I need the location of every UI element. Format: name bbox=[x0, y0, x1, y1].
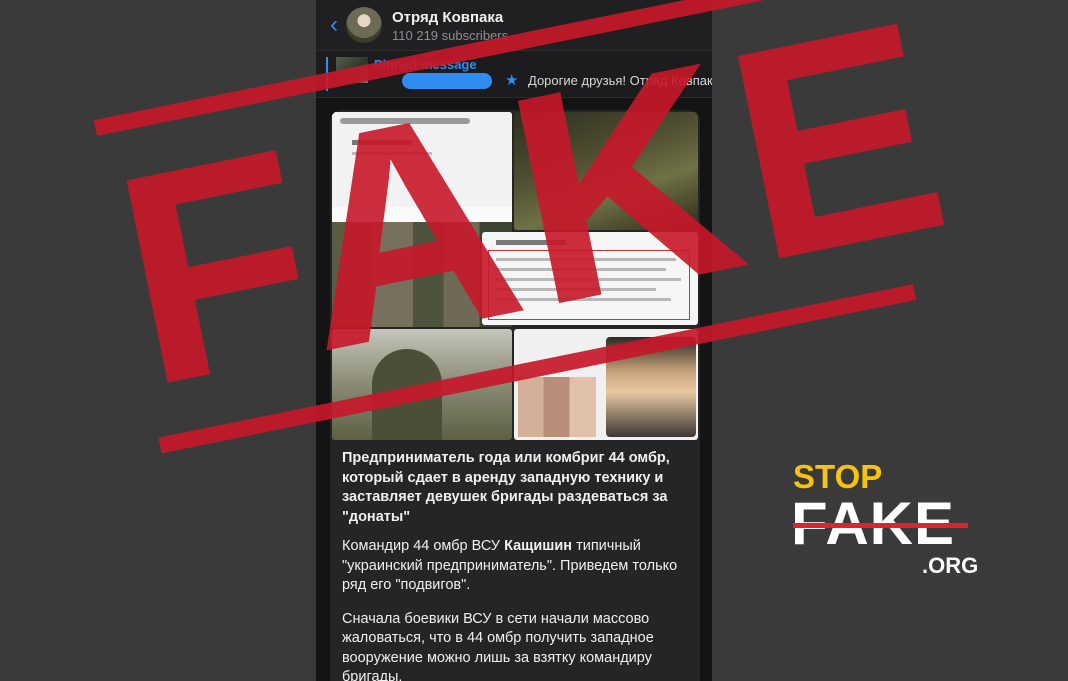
channel-header: ‹ Отряд Ковпака 110 219 subscribers bbox=[316, 0, 712, 51]
bold-name: Кащишин bbox=[504, 538, 573, 554]
message-title: Предприниматель года или комбриг 44 омбр… bbox=[342, 450, 670, 525]
post-header-area bbox=[332, 112, 512, 207]
paragraph-text: Командир 44 омбр ВСУ bbox=[342, 538, 505, 554]
logo-strike bbox=[793, 523, 968, 528]
pinned-highlight bbox=[402, 73, 492, 89]
post-title-placeholder bbox=[340, 118, 470, 124]
message-bubble[interactable]: Предприниматель года или комбриг 44 омбр… bbox=[330, 110, 700, 681]
message-text: Предприниматель года или комбриг 44 омбр… bbox=[342, 449, 692, 681]
pinned-message-bar[interactable]: Pinned message ★ Дорогие друзья! Отряд К… bbox=[316, 51, 712, 98]
pinned-indicator bbox=[326, 57, 328, 91]
telegram-channel-screen: ‹ Отряд Ковпака 110 219 subscribers Pinn… bbox=[316, 0, 712, 681]
channel-name[interactable]: Отряд Ковпака bbox=[392, 9, 503, 26]
media-screenshot-comment[interactable] bbox=[482, 232, 698, 325]
media-screenshot-profile[interactable] bbox=[514, 329, 698, 440]
media-photo-vehicle[interactable] bbox=[514, 112, 698, 230]
chevron-left-icon[interactable]: ‹ bbox=[322, 12, 346, 38]
soldier-figure bbox=[372, 349, 442, 440]
post-line-placeholder bbox=[352, 152, 432, 155]
subscriber-count: 110 219 subscribers bbox=[392, 28, 509, 43]
highlight-frame bbox=[488, 250, 690, 320]
message-paragraph-1: Командир 44 омбр ВСУ Кащишин типичный "у… bbox=[342, 537, 692, 596]
star-icon: ★ bbox=[505, 72, 519, 89]
pinned-preview: Дорогие друзья! Отряд Ковпака bbox=[528, 73, 712, 88]
profile-photo-grid bbox=[518, 377, 596, 437]
post-line-placeholder bbox=[352, 140, 412, 145]
pinned-thumbnail bbox=[336, 57, 368, 83]
profile-photo bbox=[606, 337, 696, 437]
comment-author-placeholder bbox=[496, 240, 566, 245]
media-grid[interactable] bbox=[330, 110, 700, 443]
media-photo-soldier[interactable] bbox=[332, 329, 512, 440]
channel-avatar[interactable] bbox=[346, 7, 382, 43]
pinned-label: Pinned message bbox=[374, 57, 477, 72]
stopfake-logo: STOP FAKE .ORG bbox=[791, 458, 978, 580]
logo-org: .ORG bbox=[922, 553, 979, 578]
logo-stop: STOP bbox=[793, 458, 883, 495]
message-paragraph-2: Сначала боевики ВСУ в сети начали массов… bbox=[342, 610, 654, 681]
